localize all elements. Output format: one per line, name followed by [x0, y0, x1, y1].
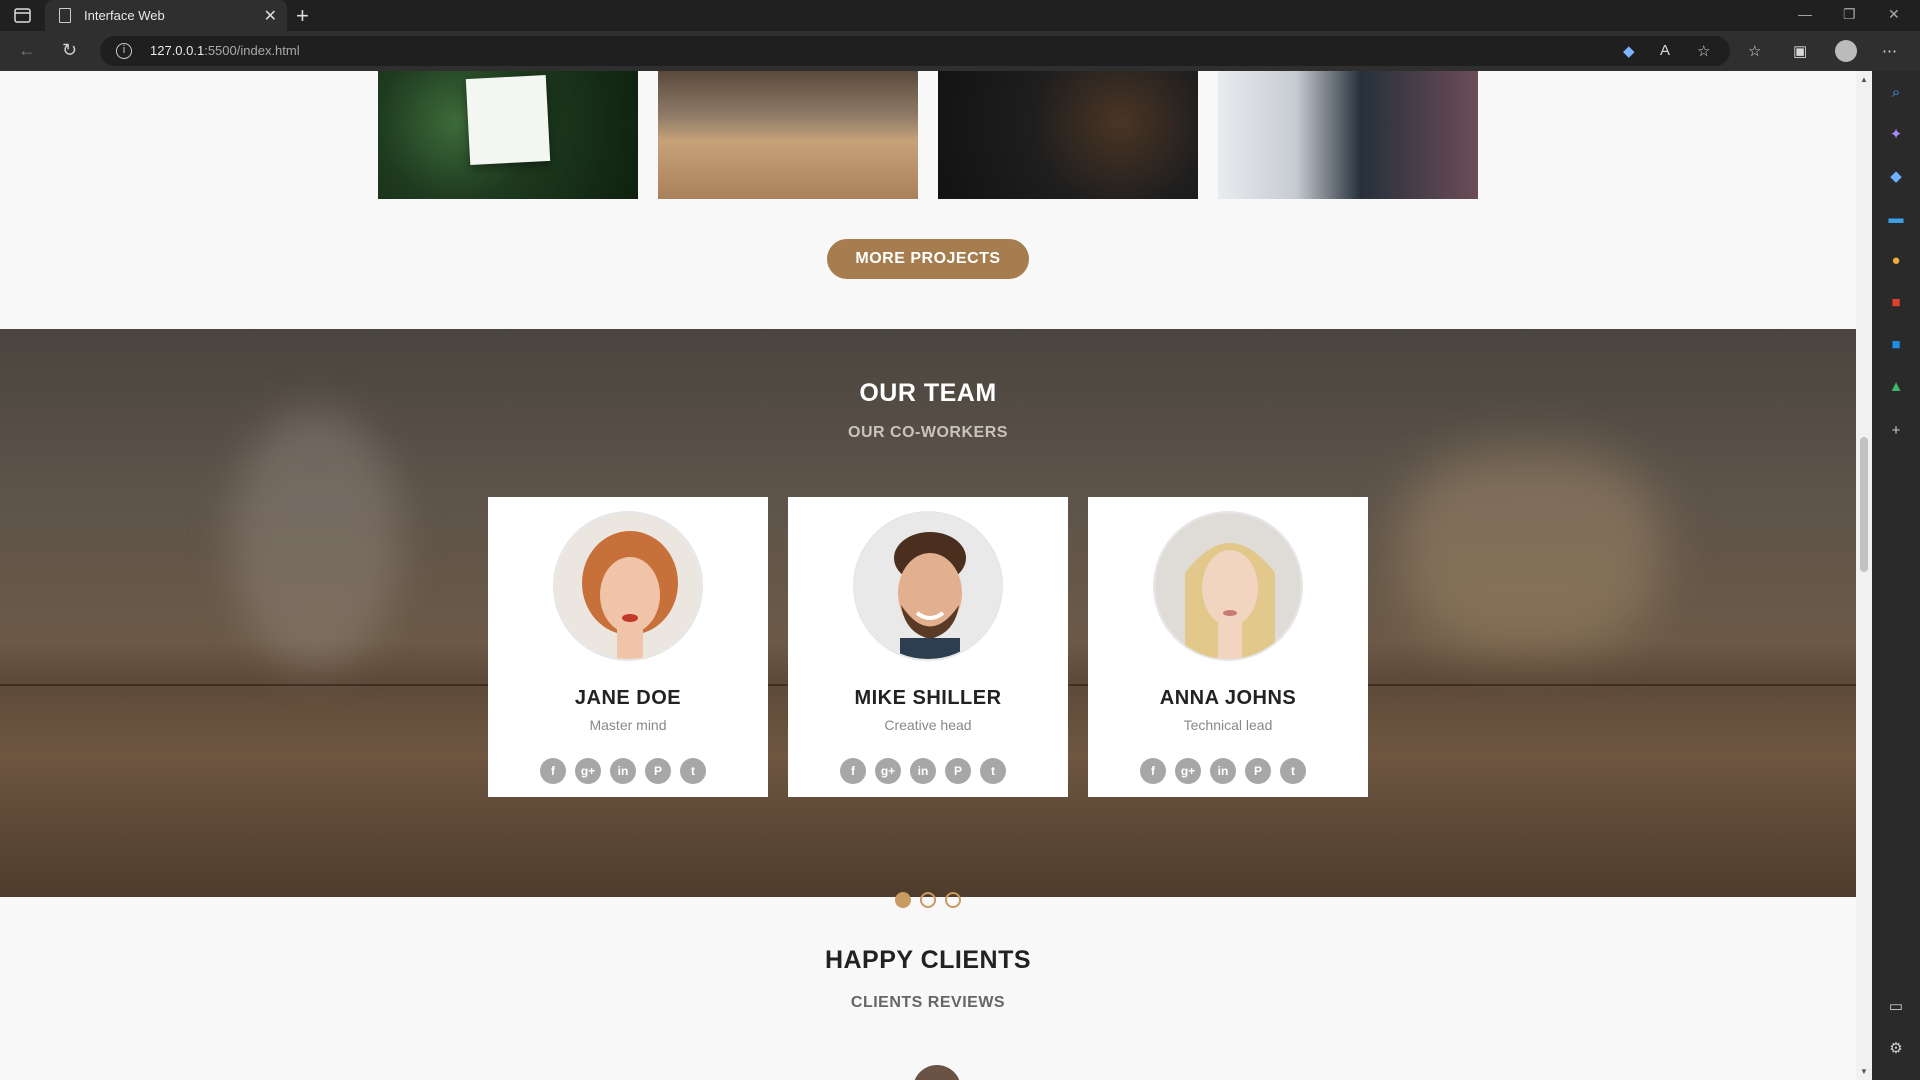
- scrollbar-thumb[interactable]: [1860, 437, 1868, 572]
- site-info-icon[interactable]: i: [116, 43, 132, 59]
- project-thumbnail[interactable]: [658, 71, 918, 199]
- shopping-icon[interactable]: ◆: [1886, 167, 1906, 187]
- url-text: 127.0.0.1:5500/index.html: [150, 43, 300, 58]
- projects-section: MORE PROJECTS: [0, 71, 1856, 329]
- shopping-tag-icon[interactable]: ◆: [1623, 42, 1635, 60]
- linkedin-icon[interactable]: in: [1210, 758, 1236, 784]
- team-title: OUR TEAM: [859, 379, 997, 407]
- sidebar-layout-icon[interactable]: ▭: [1886, 997, 1906, 1017]
- paper-card-image: [465, 74, 551, 166]
- pinterest-icon[interactable]: P: [1245, 758, 1271, 784]
- member-name: ANNA JOHNS: [1159, 687, 1297, 709]
- back-icon[interactable]: ←: [18, 40, 36, 61]
- carousel-dot[interactable]: [895, 892, 911, 908]
- avatar: [853, 511, 1003, 661]
- linkedin-icon[interactable]: in: [910, 758, 936, 784]
- team-section: OUR TEAM OUR CO-WORKERS JANE DOE Master …: [0, 329, 1856, 897]
- scroll-up-icon[interactable]: ▲: [1860, 75, 1868, 84]
- browser-title-bar: Interface Web ✕ + — ❐ ✕: [0, 0, 1920, 31]
- project-thumbnail[interactable]: [378, 71, 638, 199]
- background-blur: [1400, 449, 1660, 649]
- google-plus-icon[interactable]: g+: [1175, 758, 1201, 784]
- restore-icon[interactable]: ❐: [1843, 6, 1856, 23]
- client-avatar: [913, 1065, 961, 1080]
- facebook-icon[interactable]: f: [840, 758, 866, 784]
- scroll-down-icon[interactable]: ▼: [1860, 1067, 1868, 1076]
- games-icon[interactable]: ●: [1886, 251, 1906, 271]
- pinterest-icon[interactable]: P: [945, 758, 971, 784]
- settings-icon[interactable]: ⚙: [1886, 1039, 1906, 1059]
- carousel-dot[interactable]: [945, 892, 961, 908]
- more-projects-button[interactable]: MORE PROJECTS: [827, 239, 1029, 279]
- facebook-icon[interactable]: f: [540, 758, 566, 784]
- minimize-icon[interactable]: —: [1798, 6, 1812, 22]
- add-sidebar-app-icon[interactable]: +: [1886, 421, 1906, 441]
- twitter-icon[interactable]: t: [980, 758, 1006, 784]
- search-icon[interactable]: ⌕: [1886, 83, 1906, 103]
- project-thumbnail[interactable]: [938, 71, 1198, 199]
- member-role: Technical lead: [1183, 717, 1273, 733]
- page-icon: [59, 8, 71, 23]
- team-member-card: JANE DOE Master mind f g+ in P t: [488, 497, 768, 797]
- member-name: JANE DOE: [574, 687, 682, 709]
- google-plus-icon[interactable]: g+: [875, 758, 901, 784]
- url-path: :5500/index.html: [204, 43, 300, 58]
- team-subtitle: OUR CO-WORKERS: [848, 424, 1008, 441]
- page-viewport: MORE PROJECTS OUR TEAM OUR CO-WORKERS JA…: [0, 71, 1856, 1080]
- social-links: f g+ in P t: [1140, 758, 1320, 784]
- new-tab-button[interactable]: +: [296, 3, 309, 29]
- background-blur: [230, 409, 400, 669]
- team-member-card: MIKE SHILLER Creative head f g+ in P t: [788, 497, 1068, 797]
- clients-title: HAPPY CLIENTS: [824, 946, 1032, 974]
- avatar: [553, 511, 703, 661]
- outlook-icon[interactable]: ■: [1886, 335, 1906, 355]
- project-thumbnail[interactable]: [1218, 71, 1478, 199]
- add-favorite-icon[interactable]: ☆: [1697, 42, 1710, 60]
- window-close-icon[interactable]: ✕: [1888, 6, 1900, 23]
- avatar: [1153, 511, 1303, 661]
- twitter-icon[interactable]: t: [1280, 758, 1306, 784]
- twitter-icon[interactable]: t: [680, 758, 706, 784]
- tools-icon[interactable]: ▬: [1886, 209, 1906, 229]
- facebook-icon[interactable]: f: [1140, 758, 1166, 784]
- browser-tab[interactable]: Interface Web ✕: [45, 0, 287, 31]
- clients-subtitle: CLIENTS REVIEWS: [850, 994, 1006, 1011]
- browser-toolbar: ← ↻ i 127.0.0.1:5500/index.html ◆ A ☆ ☆ …: [0, 31, 1920, 71]
- tab-actions-icon[interactable]: [12, 7, 34, 25]
- google-plus-icon[interactable]: g+: [575, 758, 601, 784]
- more-menu-icon[interactable]: ⋯: [1882, 42, 1897, 60]
- carousel-dot[interactable]: [920, 892, 936, 908]
- refresh-icon[interactable]: ↻: [62, 40, 77, 61]
- member-role: Creative head: [884, 717, 972, 733]
- read-aloud-icon[interactable]: A: [1660, 42, 1670, 59]
- social-links: f g+ in P t: [540, 758, 720, 784]
- social-links: f g+ in P t: [840, 758, 1020, 784]
- linkedin-icon[interactable]: in: [610, 758, 636, 784]
- pinterest-icon[interactable]: P: [645, 758, 671, 784]
- profile-avatar-icon[interactable]: [1835, 40, 1857, 62]
- collections-icon[interactable]: ▣: [1793, 42, 1807, 60]
- close-tab-icon[interactable]: ✕: [264, 6, 277, 26]
- member-name: MIKE SHILLER: [854, 687, 1002, 709]
- member-role: Master mind: [589, 717, 667, 733]
- drop-icon[interactable]: ▲: [1886, 377, 1906, 397]
- url-host: 127.0.0.1: [150, 43, 205, 58]
- copilot-icon[interactable]: ✦: [1886, 125, 1906, 145]
- tab-title: Interface Web: [84, 8, 165, 23]
- favorites-icon[interactable]: ☆: [1748, 42, 1761, 60]
- address-bar[interactable]: i 127.0.0.1:5500/index.html: [100, 36, 1730, 66]
- browser-sidebar: ⌕ ✦ ◆ ▬ ● ■ ■ ▲ + ▭ ⚙: [1872, 71, 1920, 1080]
- page-scrollbar[interactable]: ▲ ▼: [1856, 71, 1872, 1080]
- team-member-card: ANNA JOHNS Technical lead f g+ in P t: [1088, 497, 1368, 797]
- office-icon[interactable]: ■: [1886, 293, 1906, 313]
